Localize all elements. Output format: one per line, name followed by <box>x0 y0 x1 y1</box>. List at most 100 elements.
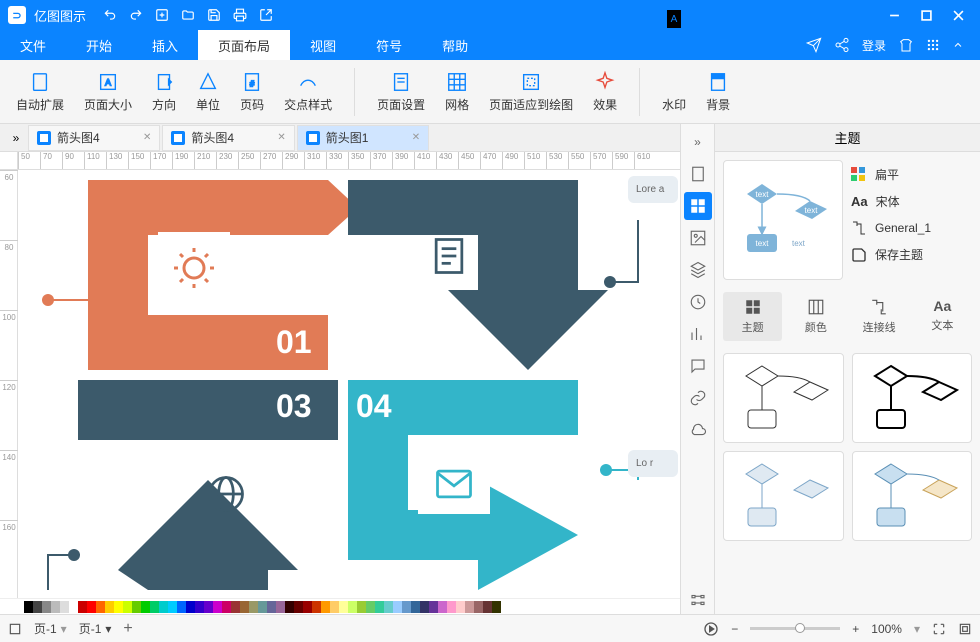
ribbon-fitdrawing[interactable]: 页面适应到绘图 <box>481 68 581 115</box>
color-swatch[interactable] <box>132 601 141 613</box>
undo-button[interactable] <box>98 3 122 27</box>
color-swatch[interactable] <box>42 601 51 613</box>
color-swatch[interactable] <box>195 601 204 613</box>
theme-tab-text[interactable]: Aa 文本 <box>913 292 972 341</box>
dock-comment-icon[interactable] <box>684 352 712 380</box>
color-swatch[interactable] <box>339 601 348 613</box>
color-swatch[interactable] <box>483 601 492 613</box>
menu-symbol[interactable]: 符号 <box>356 30 422 60</box>
document-tab[interactable]: 箭头图1 ✕ <box>297 125 429 151</box>
login-button[interactable]: 登录 <box>862 37 886 54</box>
new-button[interactable] <box>150 3 174 27</box>
color-swatch[interactable] <box>465 601 474 613</box>
color-swatch[interactable] <box>321 601 330 613</box>
zoom-in-button[interactable]: + <box>852 622 859 636</box>
color-swatch[interactable] <box>114 601 123 613</box>
color-swatch[interactable] <box>240 601 249 613</box>
zoom-out-button[interactable]: − <box>731 622 738 636</box>
ribbon-unit[interactable]: 单位 <box>188 68 228 115</box>
theme-thumbnail[interactable] <box>852 353 973 443</box>
dock-chart-icon[interactable] <box>684 320 712 348</box>
zoom-slider[interactable] <box>750 627 840 630</box>
canvas[interactable]: 01 02 03 04 Lore a Lo r <box>18 170 680 598</box>
color-swatch[interactable] <box>105 601 114 613</box>
color-swatch[interactable] <box>456 601 465 613</box>
theme-preview[interactable]: text text text text <box>723 160 843 280</box>
ribbon-grid[interactable]: 网格 <box>437 68 477 115</box>
document-tile[interactable] <box>418 225 480 287</box>
theme-thumbnail[interactable] <box>723 353 844 443</box>
ribbon-direction[interactable]: 方向 <box>144 68 184 115</box>
color-swatch[interactable] <box>177 601 186 613</box>
theme-thumbnail[interactable] <box>723 451 844 541</box>
send-icon[interactable] <box>806 37 822 53</box>
color-swatch[interactable] <box>411 601 420 613</box>
share-icon[interactable] <box>834 37 850 53</box>
redo-button[interactable] <box>124 3 148 27</box>
color-swatch[interactable] <box>159 601 168 613</box>
color-swatch[interactable] <box>474 601 483 613</box>
color-swatch[interactable] <box>150 601 159 613</box>
color-swatch[interactable] <box>420 601 429 613</box>
ribbon-autoexpand[interactable]: 自动扩展 <box>8 68 72 115</box>
theme-tab-theme[interactable]: 主题 <box>723 292 782 341</box>
ribbon-pagesize[interactable]: A 页面大小 <box>76 68 140 115</box>
color-swatch[interactable] <box>348 601 357 613</box>
dock-cloud-icon[interactable] <box>684 416 712 444</box>
tshirt-icon[interactable] <box>898 37 914 53</box>
ribbon-pagesetup[interactable]: 页面设置 <box>369 68 433 115</box>
dock-image-icon[interactable] <box>684 224 712 252</box>
ribbon-watermark[interactable]: 2222" height="22" viewBox="0 0 24 24" fi… <box>654 68 694 115</box>
menu-layout[interactable]: 页面布局 <box>198 30 290 60</box>
minimize-button[interactable] <box>880 1 908 29</box>
color-swatch[interactable] <box>303 601 312 613</box>
close-button[interactable] <box>944 1 972 29</box>
menu-insert[interactable]: 插入 <box>132 30 198 60</box>
color-swatch[interactable] <box>168 601 177 613</box>
lightbulb-tile[interactable] <box>158 232 230 304</box>
color-swatch[interactable] <box>393 601 402 613</box>
mail-tile[interactable] <box>418 454 490 514</box>
color-swatch[interactable] <box>366 601 375 613</box>
color-swatch[interactable] <box>285 601 294 613</box>
color-swatch[interactable] <box>69 601 78 613</box>
menu-start[interactable]: 开始 <box>66 30 132 60</box>
dock-layers-icon[interactable] <box>684 256 712 284</box>
dock-history-icon[interactable] <box>684 288 712 316</box>
ribbon-effects[interactable]: 效果 <box>585 68 625 115</box>
color-swatch[interactable] <box>276 601 285 613</box>
color-swatch[interactable] <box>330 601 339 613</box>
theme-style-row[interactable]: 扁平 <box>851 166 972 183</box>
color-swatch[interactable] <box>429 601 438 613</box>
diagram-arrows[interactable] <box>18 170 658 590</box>
export-button[interactable] <box>254 3 278 27</box>
color-swatch[interactable] <box>249 601 258 613</box>
close-tab-icon[interactable]: ✕ <box>412 132 420 143</box>
color-swatch[interactable] <box>96 601 105 613</box>
status-page-dropdown[interactable]: 页-1 ▾ <box>79 620 112 637</box>
theme-tab-color[interactable]: 颜色 <box>786 292 845 341</box>
color-swatch[interactable] <box>33 601 42 613</box>
globe-tile[interactable] <box>196 464 256 524</box>
menu-file[interactable]: 文件 <box>0 30 66 60</box>
color-swatch[interactable] <box>186 601 195 613</box>
color-swatch[interactable] <box>204 601 213 613</box>
collapse-ribbon-button[interactable] <box>952 39 964 51</box>
lorem-box[interactable]: Lore a <box>628 176 678 203</box>
status-play-button[interactable] <box>703 621 719 637</box>
color-swatch[interactable] <box>294 601 303 613</box>
open-button[interactable] <box>176 3 200 27</box>
print-button[interactable] <box>228 3 252 27</box>
color-swatch[interactable] <box>375 601 384 613</box>
ribbon-intersect[interactable]: 交点样式 <box>276 68 340 115</box>
expand-tabs-button[interactable]: » <box>4 126 28 150</box>
color-swatch[interactable] <box>87 601 96 613</box>
color-swatch[interactable] <box>231 601 240 613</box>
ribbon-pagenum[interactable]: # 页码 <box>232 68 272 115</box>
apps-icon[interactable] <box>926 38 940 52</box>
color-swatch[interactable] <box>51 601 60 613</box>
menu-help[interactable]: 帮助 <box>422 30 488 60</box>
maximize-button[interactable] <box>912 1 940 29</box>
document-tab[interactable]: 箭头图4 ✕ <box>28 125 160 151</box>
color-swatch[interactable] <box>447 601 456 613</box>
